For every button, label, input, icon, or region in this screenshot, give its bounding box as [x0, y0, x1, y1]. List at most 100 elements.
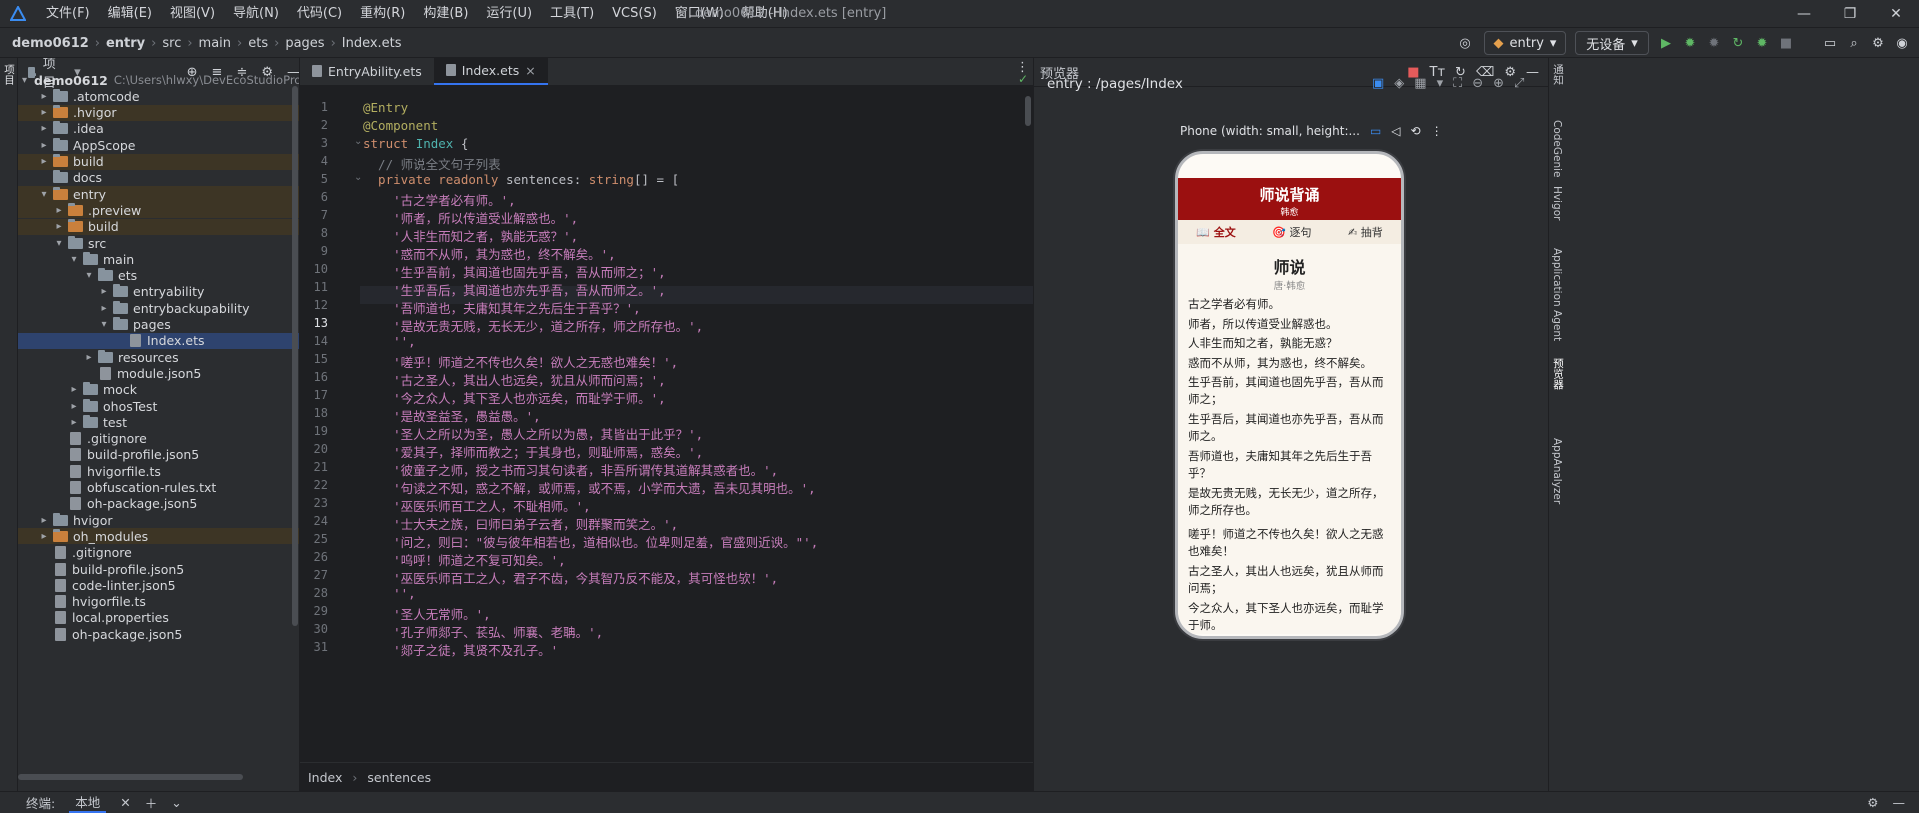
tree-item[interactable]: .gitignore: [18, 545, 299, 561]
rotate-icon[interactable]: ⟲: [1411, 124, 1421, 138]
poem-line[interactable]: 古之圣人，其出人也远矣，犹且从师而问焉；: [1188, 563, 1393, 597]
device-frame-icon[interactable]: ▭: [1370, 124, 1381, 138]
tab-full-text[interactable]: 📖 全文: [1196, 224, 1236, 240]
chevron-right-icon[interactable]: ▸: [97, 303, 111, 314]
settings-icon[interactable]: ⚙: [1868, 31, 1888, 55]
chevron-right-icon[interactable]: ▸: [52, 221, 66, 232]
poem-line[interactable]: 是故圣益圣，愚益愚。: [1188, 637, 1393, 639]
tree-item[interactable]: ▸ resources: [18, 349, 299, 365]
poem-line[interactable]: 生乎吾前，其闻道也固先乎吾，吾从而师之；: [1188, 374, 1393, 408]
device-manager-icon[interactable]: ▭: [1820, 31, 1840, 55]
breadcrumb-item[interactable]: entry: [106, 36, 145, 51]
menu-item[interactable]: 视图(V): [162, 0, 223, 28]
terminal-tab-local[interactable]: 本地: [69, 792, 107, 813]
poem-line[interactable]: 吾师道也，夫庸知其年之先后生于吾乎？: [1188, 448, 1393, 482]
breadcrumb-item[interactable]: demo0612: [12, 36, 89, 51]
tree-item[interactable]: code-linter.json5: [18, 577, 299, 593]
chevron-right-icon[interactable]: ▸: [82, 352, 96, 363]
poem-line[interactable]: 是故无贵无贱，无长无少，道之所存，师之所存也。: [1188, 485, 1393, 519]
chevron-down-icon[interactable]: ▾: [67, 254, 81, 265]
chevron-down-icon[interactable]: ⌄: [171, 795, 181, 810]
chevron-right-icon[interactable]: ▸: [97, 286, 111, 297]
chevron-right-icon[interactable]: ▸: [37, 123, 51, 134]
zoom-out-icon[interactable]: ⊖: [1472, 76, 1483, 91]
breadcrumb-item[interactable]: main: [199, 36, 231, 51]
restore-icon[interactable]: ❐: [1827, 0, 1873, 28]
stop-icon[interactable]: ■: [1776, 31, 1796, 55]
tree-item[interactable]: ▸ entryability: [18, 284, 299, 300]
tree-item[interactable]: ▸ AppScope: [18, 137, 299, 153]
fit-icon[interactable]: ⛶: [1453, 76, 1462, 91]
tree-item[interactable]: build-profile.json5: [18, 447, 299, 463]
breadcrumb-item[interactable]: Index.ets: [342, 36, 402, 51]
breadcrumb-item[interactable]: src: [162, 36, 181, 51]
chevron-right-icon[interactable]: ▸: [37, 515, 51, 526]
tree-item[interactable]: module.json5: [18, 365, 299, 381]
chevron-right-icon[interactable]: ▸: [37, 140, 51, 151]
menu-item[interactable]: VCS(S): [604, 0, 665, 28]
tree-item[interactable]: build-profile.json5: [18, 561, 299, 577]
tree-item[interactable]: ▸ hvigor: [18, 512, 299, 528]
menu-item[interactable]: 编辑(E): [100, 0, 160, 28]
tree-item[interactable]: ▸ entrybackupability: [18, 300, 299, 316]
chevron-down-icon[interactable]: ▾: [37, 189, 51, 200]
tab-recite[interactable]: ✍ 抽背: [1348, 224, 1383, 240]
inspection-ok-icon[interactable]: ✓: [1018, 72, 1028, 86]
fold-icon[interactable]: ⌄: [354, 172, 362, 183]
tree-item[interactable]: oh-package.json5: [18, 496, 299, 512]
editor-scrollbar[interactable]: [1025, 96, 1031, 126]
poem-line[interactable]: 生乎吾后，其闻道也亦先乎吾，吾从而师之。: [1188, 411, 1393, 445]
tree-item[interactable]: ▾ main: [18, 251, 299, 267]
chevron-right-icon[interactable]: ▸: [37, 91, 51, 102]
menu-item[interactable]: 代码(C): [289, 0, 350, 28]
menu-item[interactable]: 导航(N): [225, 0, 287, 28]
zoom-in-icon[interactable]: ⊕: [1493, 76, 1504, 91]
tree-item[interactable]: ▸ test: [18, 414, 299, 430]
add-icon[interactable]: ＋: [145, 793, 158, 812]
menu-item[interactable]: 重构(R): [352, 0, 413, 28]
layers-icon[interactable]: ◈: [1394, 76, 1404, 91]
breadcrumb-item[interactable]: ets: [248, 36, 268, 51]
back-icon[interactable]: ◁: [1391, 124, 1400, 138]
poem-line[interactable]: 古之学者必有师。: [1188, 296, 1393, 313]
run-config-dropdown[interactable]: ◆ entry ▾: [1484, 31, 1566, 55]
tree-item[interactable]: ▸ ohosTest: [18, 398, 299, 414]
tree-item[interactable]: oh-package.json5: [18, 626, 299, 642]
chevron-down-icon[interactable]: ▾: [82, 270, 96, 281]
poem-line[interactable]: 师者，所以传道受业解惑也。: [1188, 316, 1393, 333]
tree-item[interactable]: ▸ build: [18, 153, 299, 170]
menu-item[interactable]: 运行(U): [478, 0, 540, 28]
tree-item[interactable]: ▾ entry: [18, 186, 299, 203]
poem-line[interactable]: 惑而不从师，其为惑也，终不解矣。: [1188, 355, 1393, 372]
fold-icon[interactable]: ⌄: [354, 136, 362, 147]
right-tool-tab[interactable]: AppAnalyzer: [1551, 438, 1563, 504]
inspector-icon[interactable]: ▣: [1372, 76, 1384, 91]
tree-item[interactable]: obfuscation-rules.txt: [18, 480, 299, 496]
tree-item[interactable]: .gitignore: [18, 431, 299, 447]
tab-sentence[interactable]: 🎯 逐句: [1272, 224, 1311, 240]
grid-icon[interactable]: ▦: [1414, 76, 1426, 91]
tree-item[interactable]: ▸ .preview: [18, 202, 299, 219]
chevron-down-icon[interactable]: ▾: [1437, 76, 1444, 91]
debug-icon[interactable]: ✹: [1680, 31, 1700, 55]
hide-panel-icon[interactable]: —: [1526, 65, 1539, 80]
horizontal-scrollbar[interactable]: [18, 774, 243, 780]
more-icon[interactable]: ⋮: [1431, 124, 1443, 138]
tree-item[interactable]: ▸ mock: [18, 382, 299, 398]
minimize-icon[interactable]: —: [1781, 0, 1827, 28]
run-icon[interactable]: ▶: [1656, 31, 1676, 55]
tree-item[interactable]: docs: [18, 170, 299, 186]
breadcrumb-struct[interactable]: Index: [308, 770, 342, 785]
right-tool-tab[interactable]: Hvigor: [1551, 186, 1563, 220]
chevron-right-icon[interactable]: ▸: [67, 384, 81, 395]
chevron-right-icon[interactable]: ▸: [52, 205, 66, 216]
editor-tab[interactable]: Index.ets ×: [433, 57, 548, 85]
close-tab-icon[interactable]: ×: [525, 63, 535, 78]
attach-debugger-icon[interactable]: ✹: [1704, 31, 1724, 55]
code-area[interactable]: 1 @Entry 2 @Component 3 struct Index {4 // 师说…: [300, 86, 1033, 762]
menu-item[interactable]: 工具(T): [542, 0, 602, 28]
tree-item[interactable]: ▾ pages: [18, 317, 299, 333]
tree-item[interactable]: local.properties: [18, 610, 299, 626]
menu-item[interactable]: 构建(B): [415, 0, 476, 28]
chevron-right-icon[interactable]: ▸: [37, 156, 51, 167]
